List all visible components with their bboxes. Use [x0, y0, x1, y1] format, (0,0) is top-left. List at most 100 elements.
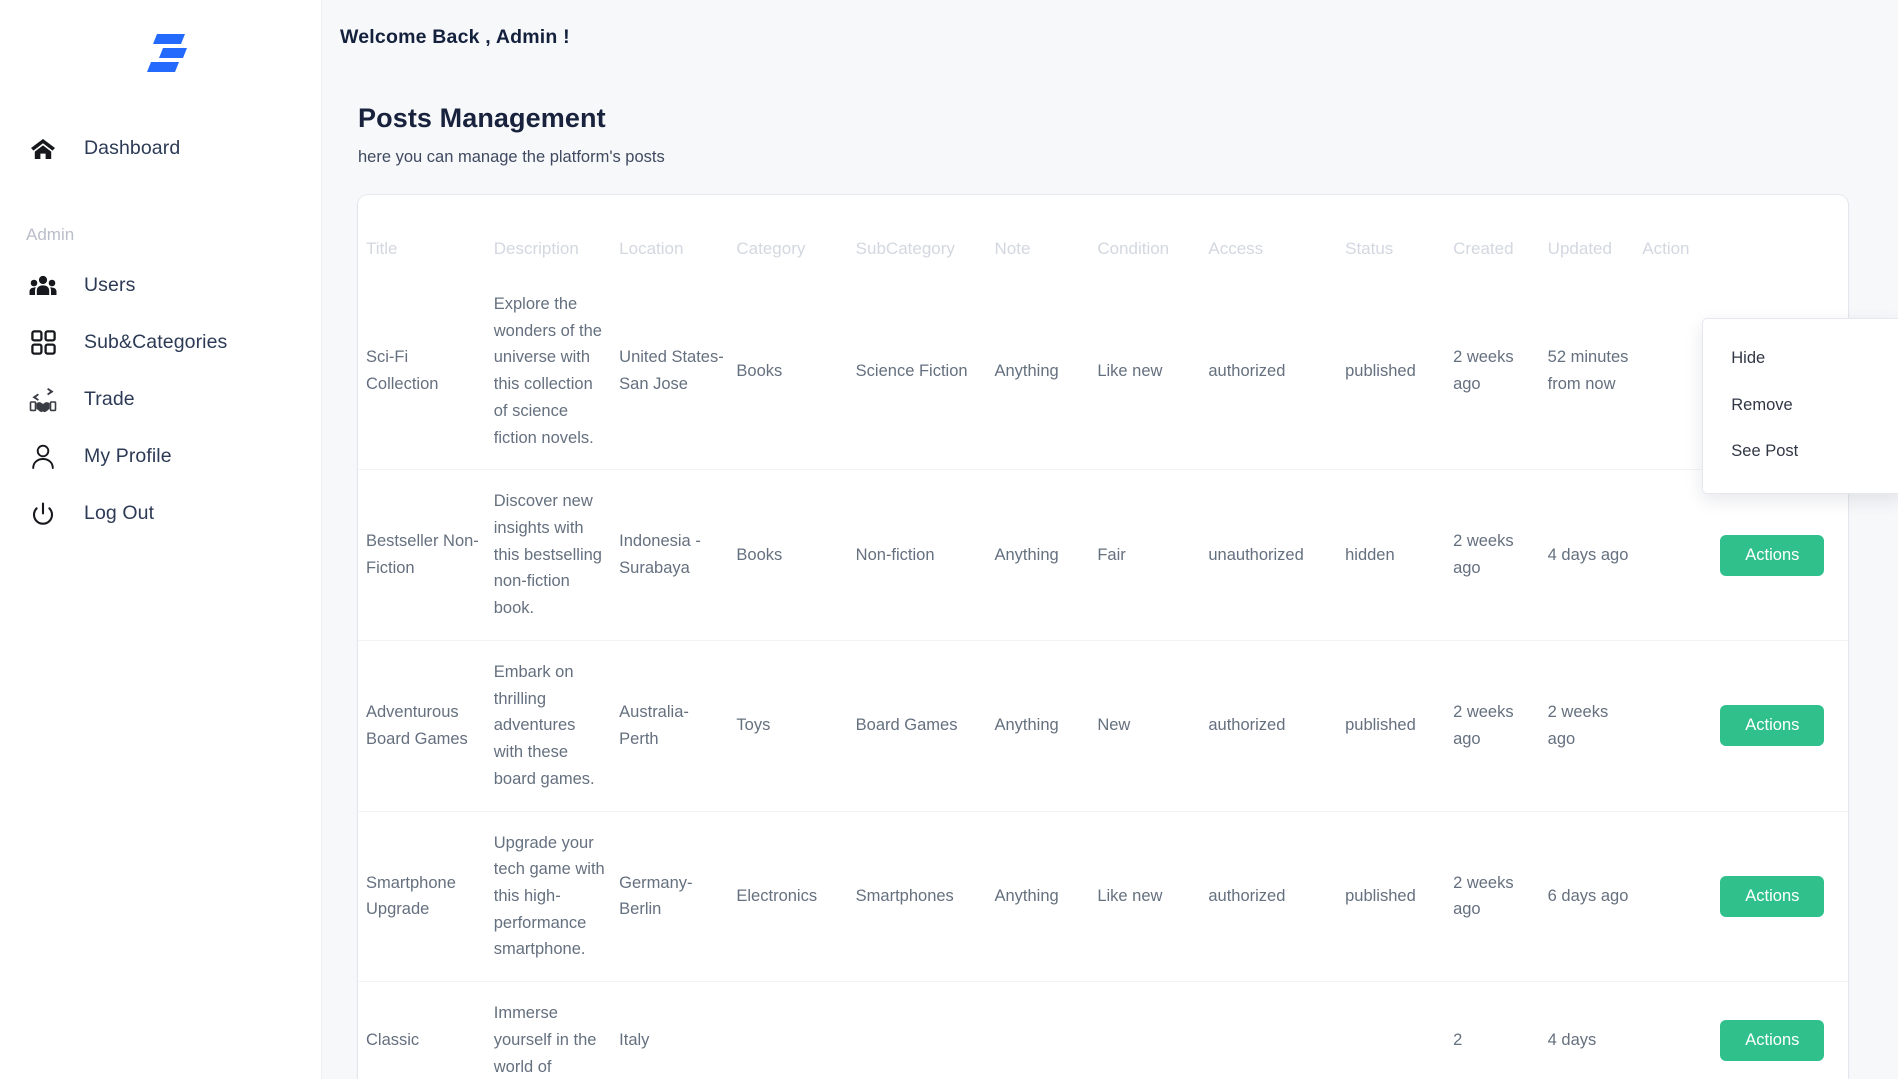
cell-updated: 52 minutes from now: [1547, 348, 1629, 394]
cell-updated: 4 days: [1547, 981, 1643, 1079]
sidebar-nav-main: Dashboard: [0, 120, 321, 177]
cell-access: authorized: [1208, 361, 1286, 380]
cell-description: Explore the wonders of the universe with…: [493, 295, 602, 447]
cell-title: Adventurous Board Games: [358, 639, 494, 811]
cell-location: Italy: [619, 981, 737, 1079]
cell-status: [1345, 981, 1454, 1079]
column-header-created: Created: [1453, 239, 1514, 258]
cell-updated: 4 days ago: [1547, 469, 1643, 641]
app-root: Dashboard Admin Users Sub&Categories Tra…: [0, 0, 1898, 1079]
sidebar-item-label: My Profile: [84, 445, 172, 467]
sidebar-item-subcategories[interactable]: Sub&Categories: [0, 314, 321, 371]
sidebar-item-label: Dashboard: [84, 137, 181, 159]
cell-created: 2 weeks ago: [1453, 639, 1548, 811]
cell-access: authorized: [1208, 810, 1346, 982]
cell-subcategory: Science Fiction: [855, 361, 968, 380]
column-header-location: Location: [619, 239, 684, 258]
sidebar-nav-admin: Users Sub&Categories Trade My Profile Lo…: [0, 257, 321, 542]
table-row: Smartphone Upgrade Upgrade your tech gam…: [358, 810, 1848, 982]
cell-action: Actions: [1642, 469, 1848, 641]
actions-button[interactable]: Actions: [1720, 1019, 1825, 1061]
actions-button[interactable]: Actions: [1720, 875, 1825, 917]
sidebar-item-users[interactable]: Users: [0, 257, 321, 314]
cell-category: Books: [736, 361, 783, 380]
cell-note: Anything: [994, 361, 1059, 380]
sidebar-item-my-profile[interactable]: My Profile: [0, 428, 321, 485]
cell-action: Actions Hide Remove See Post: [1642, 273, 1898, 495]
cell-action: Actions: [1642, 810, 1848, 982]
table-row: Sci-Fi Collection Explore the wonders of…: [358, 273, 1898, 495]
brand-logo[interactable]: [0, 0, 321, 96]
cell-condition: [1097, 981, 1209, 1079]
logo-mark: [146, 34, 187, 72]
grid-icon: [26, 328, 60, 358]
table-row: Classic Immerse yourself in the world of…: [358, 981, 1848, 1079]
cell-subcategory: [855, 981, 995, 1079]
cell-title: Bestseller Non-Fiction: [358, 469, 494, 641]
column-header-condition: Condition: [1097, 239, 1170, 258]
cell-access: unauthorized: [1208, 469, 1346, 641]
page-subtitle: here you can manage the platform's posts: [358, 148, 665, 166]
actions-dropdown-menu: Hide Remove See Post: [1702, 318, 1898, 495]
page-head: Posts Management here you can manage the…: [322, 49, 1898, 167]
sidebar-item-dashboard[interactable]: Dashboard: [0, 120, 321, 177]
table-body: Sci-Fi Collection Explore the wonders of…: [358, 273, 1898, 1079]
posts-table: Title Description Location Category SubC…: [358, 195, 1898, 1079]
welcome-heading: Welcome Back , Admin !: [340, 26, 570, 48]
cell-action: Actions: [1642, 981, 1848, 1079]
cell-location: Australia-Perth: [619, 639, 737, 811]
cell-title: Classic: [358, 981, 494, 1079]
cell-description: Discover new insights with this bestsell…: [493, 469, 620, 641]
cell-access: authorized: [1208, 639, 1346, 811]
cell-location: Indonesia -Surabaya: [619, 469, 737, 641]
cell-action: Actions: [1642, 639, 1848, 811]
dropdown-item-see-post[interactable]: See Post: [1703, 428, 1898, 475]
cell-condition: New: [1097, 639, 1209, 811]
cell-created: 2 weeks ago: [1453, 469, 1548, 641]
cell-category: Electronics: [736, 810, 856, 982]
cell-category: Toys: [736, 639, 856, 811]
cell-created: 2 weeks ago: [1453, 348, 1514, 394]
dropdown-item-hide[interactable]: Hide: [1703, 335, 1898, 382]
table-head: Title Description Location Category SubC…: [358, 195, 1848, 273]
cell-location: Germany-Berlin: [619, 810, 737, 982]
dropdown-item-remove[interactable]: Remove: [1703, 382, 1898, 429]
cell-status: hidden: [1345, 469, 1454, 641]
cell-updated: 6 days ago: [1547, 810, 1643, 982]
actions-button[interactable]: Actions: [1720, 534, 1825, 576]
table-header-row: Title Description Location Category SubC…: [358, 195, 1848, 273]
column-header-category: Category: [736, 239, 806, 258]
actions-button[interactable]: Actions: [1720, 705, 1825, 747]
users-icon: [26, 271, 60, 301]
cell-description: Embark on thrilling adventures with thes…: [493, 639, 620, 811]
column-header-updated: Updated: [1547, 239, 1612, 258]
column-header-status: Status: [1345, 239, 1394, 258]
sidebar-item-log-out[interactable]: Log Out: [0, 485, 321, 542]
cell-subcategory: Board Games: [855, 639, 995, 811]
cell-created: 2 weeks ago: [1453, 810, 1548, 982]
sidebar-item-label: Sub&Categories: [84, 331, 228, 353]
column-header-access: Access: [1208, 239, 1264, 258]
cell-description: Immerse yourself in the world of: [493, 981, 620, 1079]
sidebar-item-label: Users: [84, 274, 136, 296]
cell-access: [1208, 981, 1346, 1079]
posts-table-card: Title Description Location Category SubC…: [358, 195, 1898, 1079]
cell-subcategory: Smartphones: [855, 810, 995, 982]
cell-title: Smartphone Upgrade: [358, 810, 494, 982]
column-header-note: Note: [994, 239, 1031, 258]
cell-condition: Fair: [1097, 469, 1209, 641]
cell-condition: Like new: [1097, 810, 1209, 982]
power-icon: [26, 499, 60, 529]
sidebar-item-label: Log Out: [84, 502, 155, 524]
cell-condition: Like new: [1097, 361, 1163, 380]
sidebar-item-trade[interactable]: Trade: [0, 371, 321, 428]
column-header-description: Description: [493, 239, 579, 258]
cell-description: Upgrade your tech game with this high-pe…: [493, 810, 620, 982]
person-icon: [26, 442, 60, 472]
sidebar-item-label: Trade: [84, 388, 135, 410]
cell-note: [994, 981, 1098, 1079]
main-content: Welcome Back , Admin ! Posts Management …: [322, 0, 1898, 1079]
cell-category: Books: [736, 469, 856, 641]
cell-created: 2: [1453, 981, 1548, 1079]
handshake-icon: [26, 385, 60, 415]
